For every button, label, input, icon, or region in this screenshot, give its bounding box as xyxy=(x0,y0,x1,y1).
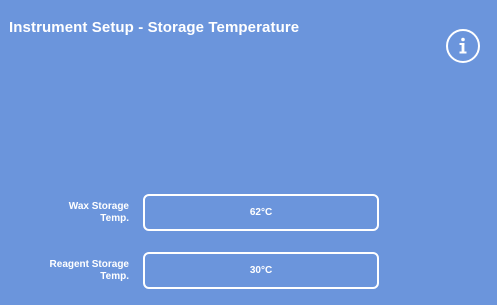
page-title: Instrument Setup - Storage Temperature xyxy=(9,19,300,36)
reagent-storage-temp-value: 30°C xyxy=(249,265,273,276)
wax-storage-temp-field[interactable]: 62°C xyxy=(143,194,379,231)
reagent-storage-temp-label-line2: Temp. xyxy=(100,271,129,282)
info-button[interactable] xyxy=(446,29,480,63)
wax-storage-temp-label-line1: Wax Storage xyxy=(68,201,129,212)
info-icon xyxy=(459,37,467,54)
wax-storage-temp-value: 62°C xyxy=(249,207,273,218)
storage-temperature-screen: Instrument Setup - Storage Temperature W… xyxy=(0,0,497,305)
wax-storage-temp-label: Wax Storage Temp. xyxy=(9,201,129,225)
wax-storage-temp-label-line2: Temp. xyxy=(100,213,129,224)
reagent-storage-temp-field[interactable]: 30°C xyxy=(143,252,379,289)
reagent-storage-temp-label-line1: Reagent Storage xyxy=(49,259,129,270)
reagent-storage-temp-label: Reagent Storage Temp. xyxy=(9,259,129,283)
